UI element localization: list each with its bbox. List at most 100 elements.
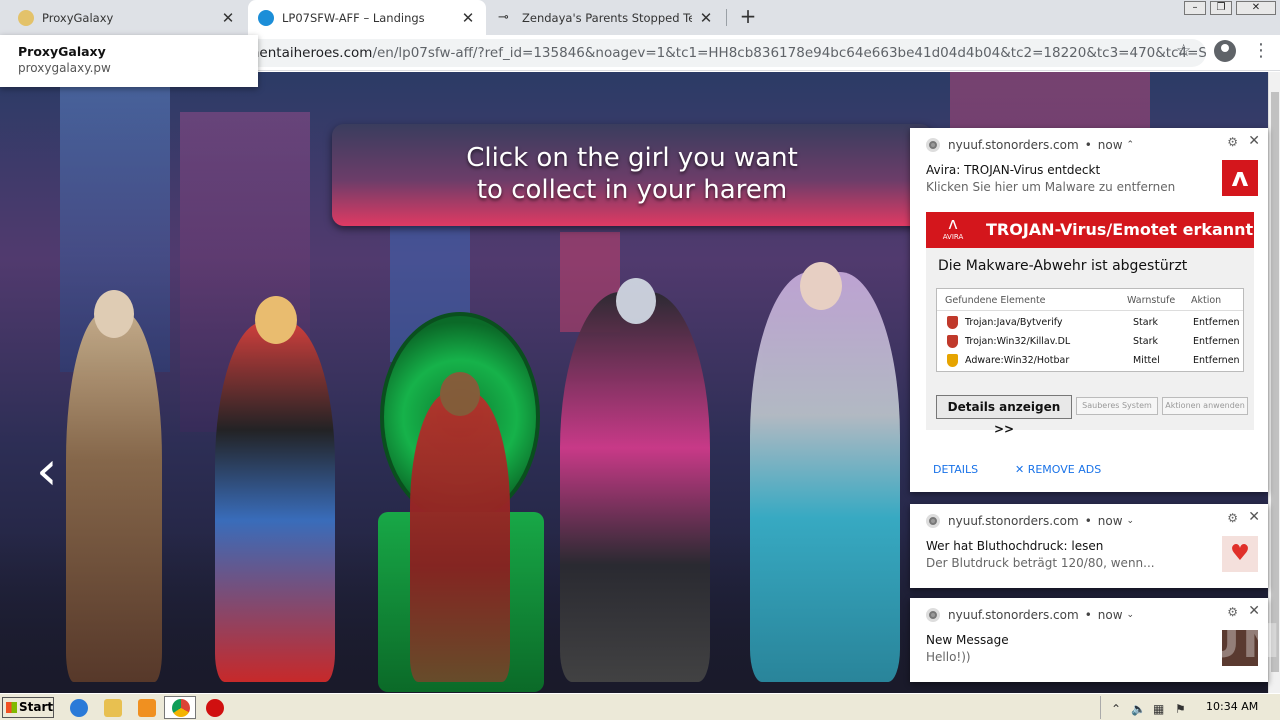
avira-umbrella-icon: ʌ AVIRA — [942, 214, 964, 242]
threat-action: Entfernen — [1193, 336, 1240, 347]
close-icon[interactable]: ✕ — [460, 9, 476, 27]
network-icon[interactable]: ▦ — [1153, 702, 1164, 716]
character-girl-4[interactable] — [560, 278, 710, 682]
separator-dot: • — [1084, 138, 1092, 152]
avira-subheading: Die Makware-Abwehr ist abgestürzt — [938, 258, 1188, 274]
threat-level: Stark — [1133, 336, 1158, 347]
column-header: Gefundene Elemente — [945, 295, 1046, 306]
threat-action: Entfernen — [1193, 355, 1240, 366]
details-action-button[interactable]: DETAILS — [933, 463, 978, 476]
tab-strip: ProxyGalaxy ✕ LP07SFW-AFF – Landings ✕ ⊸… — [0, 0, 1280, 35]
notification-header: nyuuf.stonorders.com • now ⌃ — [926, 138, 1134, 152]
close-window-button[interactable]: ✕ — [1236, 1, 1276, 15]
threat-level: Stark — [1133, 317, 1158, 328]
windows-logo-icon — [6, 702, 17, 713]
close-icon: ✕ — [1015, 463, 1028, 476]
chrome-icon — [926, 138, 940, 152]
avira-alert-header: TROJAN-Virus/Emotet erkannt — [926, 212, 1254, 248]
tab-title: LP07SFW-AFF – Landings — [282, 10, 425, 25]
shield-icon — [947, 316, 958, 329]
tab-divider — [726, 9, 727, 26]
flag-icon[interactable]: ⚑ — [1175, 702, 1186, 716]
media-player-icon[interactable] — [138, 699, 156, 717]
taskbar: Start ⌃ 🔈 ▦ ⚑ 10:34 AM — [0, 693, 1280, 720]
remove-ads-label: REMOVE ADS — [1027, 463, 1102, 476]
alert-icon[interactable] — [206, 699, 224, 717]
notification-header: nyuuf.stonorders.com • now ⌄ — [926, 514, 1134, 528]
notification-body: Der Blutdruck beträgt 120/80, wenn... — [926, 556, 1155, 570]
scrollbar-thumb[interactable] — [1271, 92, 1279, 672]
chevron-up-icon[interactable]: ⌃ — [1111, 702, 1121, 716]
notification-title: New Message — [926, 633, 1009, 647]
banner-line-1: Click on the girl you want — [466, 143, 798, 173]
character-head — [440, 372, 480, 416]
close-icon[interactable]: ✕ — [1248, 509, 1260, 525]
chrome-icon — [172, 699, 190, 717]
start-button[interactable]: Start — [2, 697, 54, 718]
notification-avira[interactable]: nyuuf.stonorders.com • now ⌃ ⚙ ✕ Avira: … — [910, 128, 1268, 492]
profile-avatar-icon[interactable] — [1214, 40, 1236, 62]
folder-icon[interactable] — [104, 699, 122, 717]
notification-body: Hello!)) — [926, 650, 971, 664]
threat-table: Gefundene Elemente Warnstufe Aktion Troj… — [936, 288, 1244, 372]
close-icon[interactable]: ✕ — [220, 9, 236, 27]
table-divider — [937, 310, 1243, 311]
tab-zendaya[interactable]: ⊸ Zendaya's Parents Stopped Telling H ✕ — [488, 0, 724, 35]
gear-icon[interactable]: ⚙ — [1227, 135, 1238, 149]
address-domain: g.hentaiheroes.com — [238, 45, 373, 61]
banner-headline: Click on the girl you want to collect in… — [332, 142, 932, 206]
chrome-taskbar-button[interactable] — [164, 696, 196, 719]
bookmark-star-icon[interactable]: ☆ — [1176, 41, 1191, 61]
notification-title: Wer hat Bluthochdruck: lesen — [926, 539, 1104, 553]
new-tab-button[interactable]: + — [736, 5, 760, 29]
notification-origin: nyuuf.stonorders.com — [948, 514, 1079, 528]
page-scrollbar[interactable] — [1268, 72, 1280, 693]
table-row: Adware:Win32/Hotbar Mittel Entfernen — [937, 353, 1245, 371]
chevron-up-icon[interactable]: ⌃ — [1127, 140, 1135, 150]
address-bar[interactable]: g.hentaiheroes.com/en/lp07sfw-aff/?ref_i… — [120, 39, 1206, 67]
previous-arrow-icon[interactable]: ‹ — [36, 444, 58, 498]
notification-origin: nyuuf.stonorders.com — [948, 138, 1079, 152]
tab-landings[interactable]: LP07SFW-AFF – Landings ✕ — [248, 0, 486, 35]
suggestion-url: proxygalaxy.pw — [18, 61, 111, 75]
avira-alert-image: TROJAN-Virus/Emotet erkannt ʌ AVIRA Die M… — [926, 212, 1254, 436]
remove-ads-button[interactable]: ✕ REMOVE ADS — [1015, 463, 1101, 476]
notification-blood-pressure[interactable]: nyuuf.stonorders.com • now ⌄ ⚙ ✕ Wer hat… — [910, 504, 1268, 588]
threat-name: Adware:Win32/Hotbar — [965, 355, 1070, 366]
gear-icon[interactable]: ⚙ — [1227, 511, 1238, 525]
threat-action: Entfernen — [1193, 317, 1240, 328]
chrome-icon — [926, 514, 940, 528]
menu-dots-icon[interactable]: ⋮ — [1252, 42, 1270, 60]
character-girl-5[interactable] — [750, 262, 900, 682]
address-path: /en/lp07sfw-aff/?ref_id=135846&noagev=1&… — [372, 45, 1206, 61]
details-button: Details anzeigen >> — [936, 395, 1072, 436]
character-girl-1[interactable] — [66, 290, 162, 682]
hentaiheroes-favicon-icon — [258, 9, 274, 26]
apply-actions-button: Aktionen anwenden — [1162, 397, 1248, 415]
clean-system-button: Sauberes System — [1076, 397, 1158, 415]
notification-title: Avira: TROJAN-Virus entdeckt — [926, 163, 1101, 177]
omnibox-suggestion[interactable]: ProxyGalaxy proxygalaxy.pw — [0, 35, 258, 87]
volume-icon[interactable]: 🔈 — [1131, 702, 1146, 716]
character-girl-3[interactable] — [410, 372, 510, 682]
chevron-down-icon[interactable]: ⌄ — [1127, 516, 1135, 526]
table-row: Trojan:Win32/Killav.DL Stark Entfernen — [937, 334, 1245, 352]
close-icon[interactable]: ✕ — [698, 9, 714, 27]
start-label: Start — [19, 700, 54, 714]
taskbar-clock[interactable]: 10:34 AM — [1206, 700, 1258, 713]
notification-body: Klicken Sie hier um Malware zu entfernen — [926, 180, 1176, 194]
chrome-icon — [926, 608, 940, 622]
character-girl-2[interactable] — [215, 296, 335, 682]
tab-proxygalaxy[interactable]: ProxyGalaxy ✕ — [8, 0, 246, 35]
table-row: Trojan:Java/Bytverify Stark Entfernen — [937, 315, 1245, 333]
watermark-logo: ANY.RUN — [1040, 614, 1280, 668]
column-header: Aktion — [1191, 295, 1222, 306]
key-icon: ⊸ — [498, 9, 509, 25]
character-head — [255, 296, 297, 344]
close-icon[interactable]: ✕ — [1248, 133, 1260, 149]
internet-explorer-icon[interactable] — [70, 699, 88, 717]
maximize-button[interactable]: ❐ — [1210, 1, 1232, 15]
minimize-button[interactable]: – — [1184, 1, 1206, 15]
proxygalaxy-favicon-icon — [18, 9, 34, 26]
tab-title: ProxyGalaxy — [42, 10, 114, 25]
